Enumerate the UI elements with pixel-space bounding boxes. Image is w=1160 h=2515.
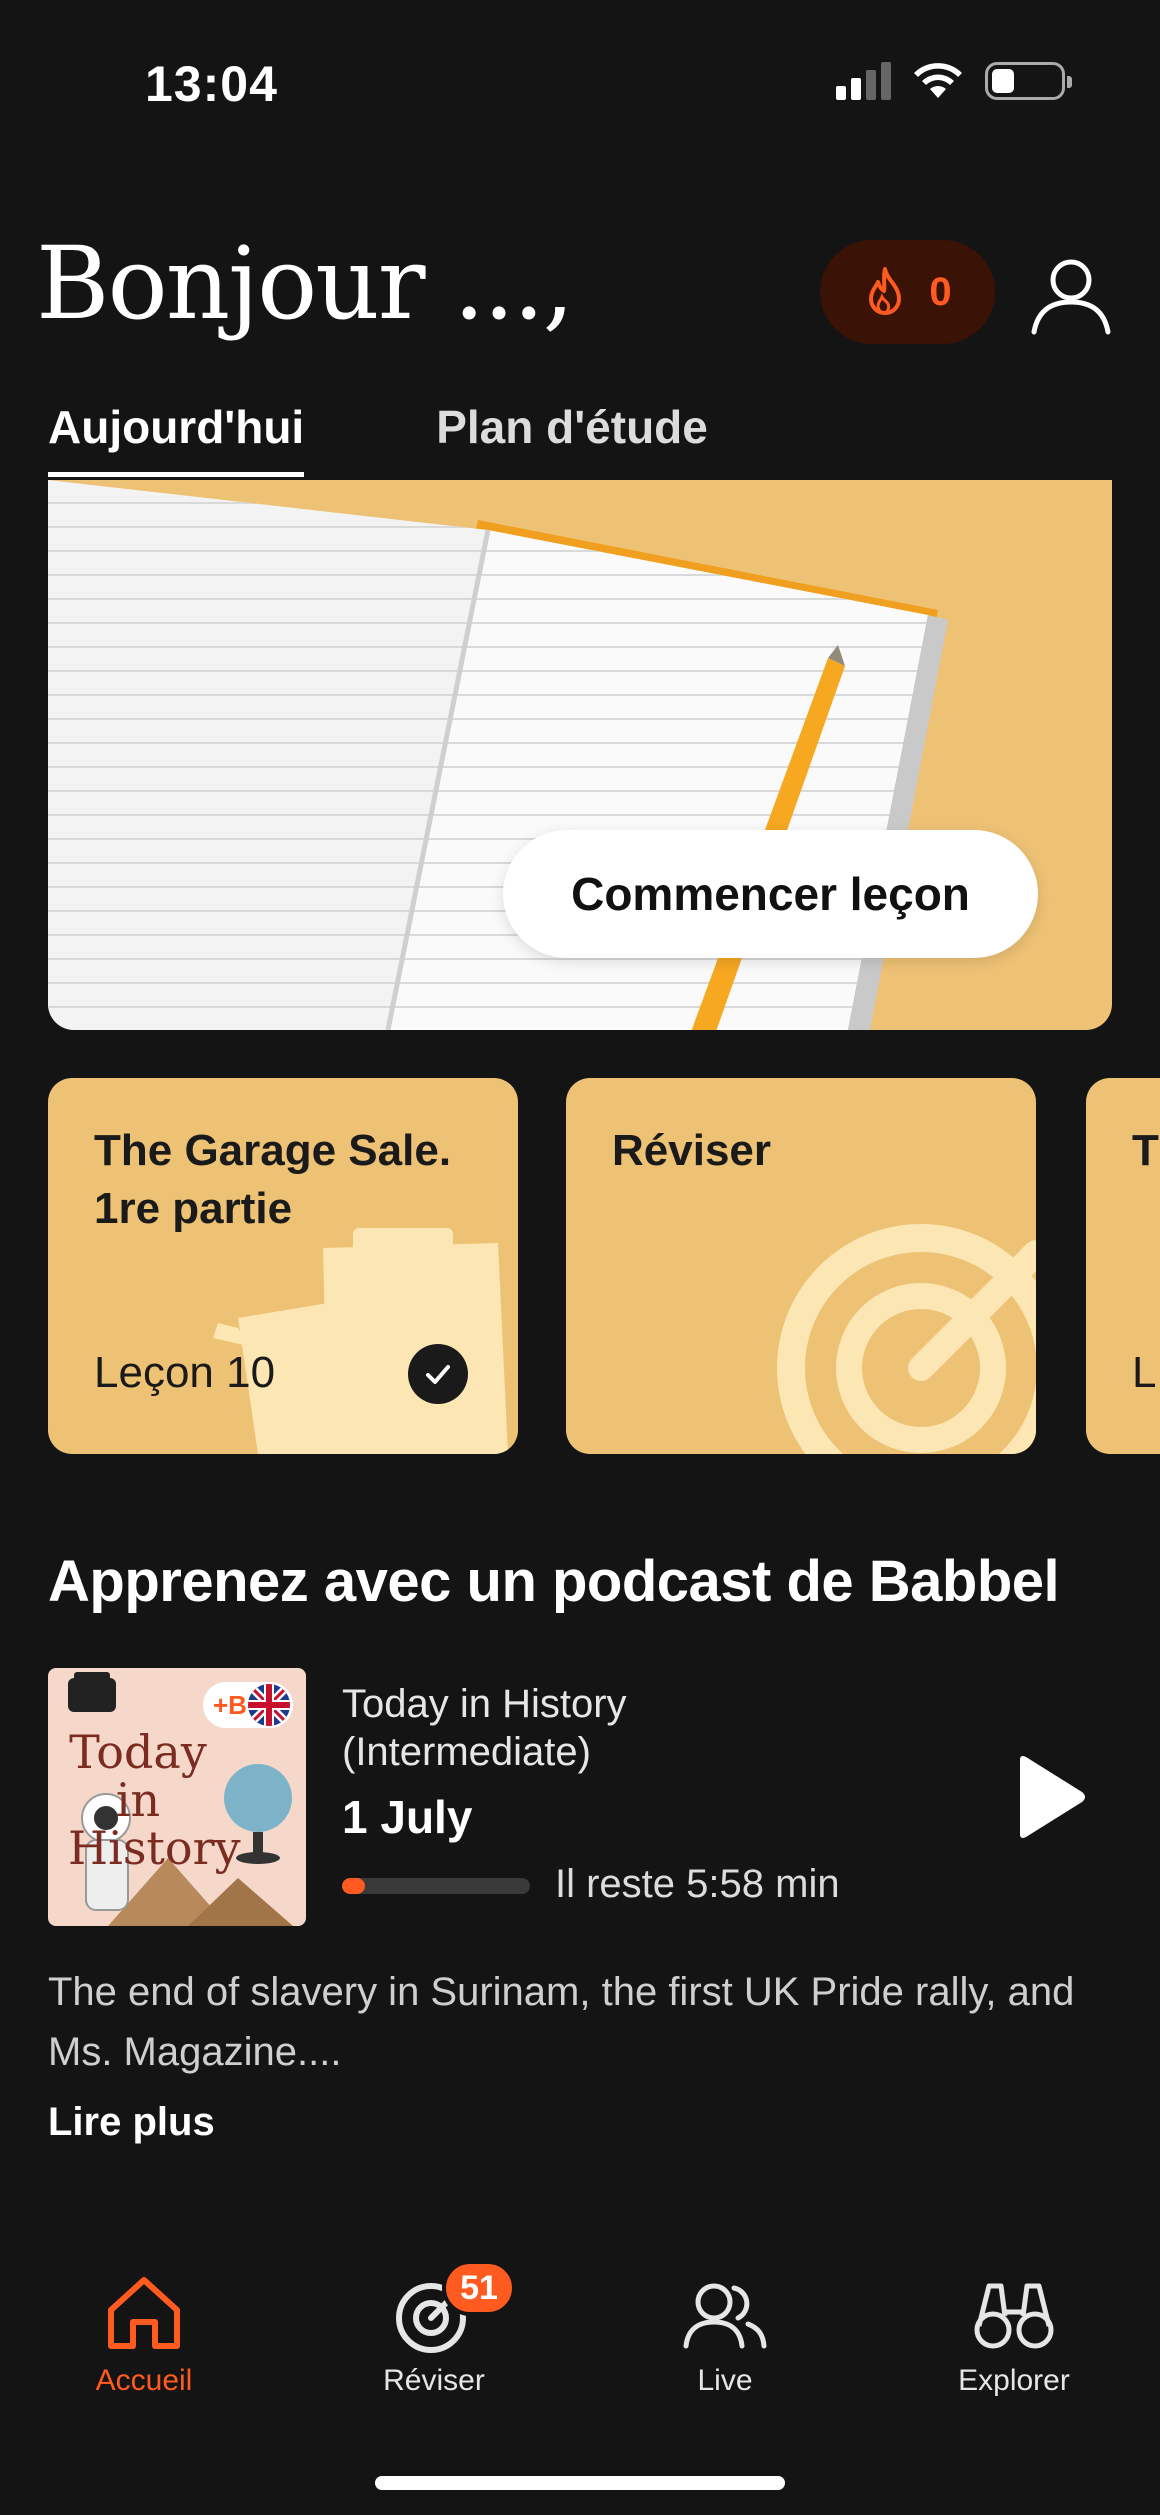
cover-title: Today in History: [68, 1725, 241, 1875]
flame-icon: [869, 267, 902, 315]
bottom-nav: Accueil 51 Réviser Live Explorer: [0, 2260, 1160, 2430]
nav-home[interactable]: Accueil: [44, 2270, 244, 2398]
tab-today[interactable]: Aujourd'hui: [48, 400, 305, 477]
podcast-description: The end of slavery in Surinam, the first…: [48, 1970, 1075, 2074]
card-title: The Garage Sale. 1re partie: [94, 1126, 452, 1233]
nav-live[interactable]: Live: [625, 2270, 825, 2398]
podcast-remaining: Il reste 5:58 min: [555, 1862, 840, 1906]
lesson-card[interactable]: T S L: [1086, 1078, 1160, 1454]
home-indicator[interactable]: [375, 2476, 785, 2490]
podcast-progress-bar: [342, 1878, 530, 1894]
review-card[interactable]: Réviser: [566, 1078, 1036, 1454]
lesson-cards: The Garage Sale. 1re partie Leçon 10 Rév…: [48, 1078, 1160, 1456]
card-subtitle: L: [1132, 1348, 1157, 1397]
card-subtitle: Leçon 10: [94, 1348, 276, 1397]
nav-label: Live: [697, 2364, 753, 2397]
play-icon[interactable]: [1010, 1752, 1090, 1842]
wifi-icon: [914, 63, 962, 98]
nav-label: Réviser: [383, 2364, 485, 2397]
binoculars-icon: [974, 2283, 1054, 2349]
status-time: 13:04: [145, 56, 278, 112]
tab-study-plan[interactable]: Plan d'étude: [436, 400, 708, 477]
streak-count: 0: [929, 269, 952, 314]
nav-review[interactable]: 51 Réviser: [334, 2260, 534, 2398]
podcast-episode: 1 July: [342, 1791, 473, 1843]
nav-label: Explorer: [958, 2364, 1070, 2397]
signal-icon: [836, 62, 891, 100]
tabs: Aujourd'hui Plan d'étude: [48, 400, 708, 477]
people-icon: [683, 2283, 767, 2349]
podcast-cover[interactable]: Today in History +B: [48, 1668, 306, 1926]
battery-icon: [985, 62, 1072, 100]
review-count-badge: 51: [442, 2260, 516, 2316]
progress-fill: [342, 1878, 365, 1894]
read-more-link[interactable]: Lire plus: [48, 2100, 215, 2145]
check-icon: [408, 1344, 468, 1404]
lesson-card[interactable]: The Garage Sale. 1re partie Leçon 10: [48, 1078, 518, 1454]
streak-button[interactable]: 0: [820, 240, 995, 344]
hero-banner[interactable]: Commencer leçon: [48, 480, 1112, 1030]
card-title: Réviser: [612, 1126, 772, 1175]
start-lesson-button[interactable]: Commencer leçon: [503, 830, 1038, 958]
greeting-title: Bonjour ...,: [36, 225, 574, 342]
user-icon[interactable]: [1028, 250, 1114, 336]
home-icon: [108, 2277, 180, 2349]
status-icons: [836, 62, 1072, 100]
uk-flag-icon: [248, 1684, 290, 1726]
nav-explore[interactable]: Explorer: [914, 2270, 1114, 2398]
nav-label: Accueil: [95, 2364, 193, 2397]
podcast-series: Today in History (Intermediate): [342, 1682, 627, 1774]
card-title: T S: [1132, 1126, 1160, 1175]
podcast-section-title: Apprenez avec un podcast de Babbel: [48, 1549, 1060, 1614]
